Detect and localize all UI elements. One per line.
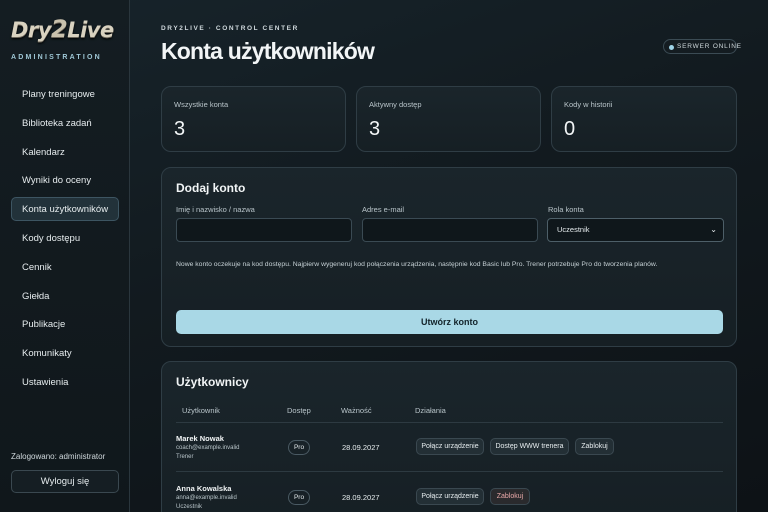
sidebar-item-cennik[interactable]: Cennik [11,255,119,279]
chevron-down-icon: ⌄ [710,225,717,234]
access-badge: Pro [288,440,310,455]
access-badge: Pro [288,490,310,505]
users-card: Użytkownicy Użytkownik Dostęp Ważność Dz… [161,361,737,512]
column-header-user: Użytkownik [182,406,220,415]
row-divider [176,471,723,472]
stat-card-codes: Kody w historii 0 [551,86,737,152]
valid-until: 28.09.2027 [342,493,380,502]
sidebar-item-kody[interactable]: Kody dostępu [11,226,119,250]
user-role: Trener [176,453,194,460]
connect-device-button[interactable]: Połącz urządzenie [416,438,484,455]
server-status-badge: SERWER ONLINE [663,39,741,54]
logout-button[interactable]: Wyloguj się [11,470,119,493]
user-email: coach@example.invalid [176,445,240,451]
table-divider [176,422,723,423]
name-field-label: Imię i nazwisko / nazwa [176,205,255,214]
coach-web-access-button[interactable]: Dostęp WWW trenera [490,438,569,455]
sidebar-item-ustawienia[interactable]: Ustawienia [11,370,119,394]
email-input[interactable] [362,218,538,242]
column-header-actions: Działania [415,406,446,415]
sidebar-item-kalendarz[interactable]: Kalendarz [11,140,119,164]
info-note: Nowe konto oczekuje na kod dostępu. Najp… [176,261,658,268]
user-name: Anna Kowalska [176,484,232,493]
stat-label: Kody w historii [564,100,613,109]
admin-section-label: ADMINISTRATION [11,54,102,61]
brand-logo[interactable]: Dry2Live [11,15,114,43]
user-role: Uczestnik [176,503,203,510]
name-input[interactable] [176,218,352,242]
stat-value: 3 [174,118,186,140]
logged-in-status: Zalogowano: administrator [11,452,106,461]
stat-card-all: Wszystkie konta 3 [161,86,346,152]
add-account-card: Dodaj konto Imię i nazwisko / nazwa Adre… [161,167,737,347]
stat-label: Wszystkie konta [174,100,229,109]
sidebar-item-gielda[interactable]: Giełda [11,284,119,308]
breadcrumb: DRY2LIVE · CONTROL CENTER [161,25,299,32]
block-button[interactable]: Zablokuj [490,488,530,505]
sidebar: Dry2Live ADMINISTRATION Plany treningowe… [0,0,130,512]
block-button[interactable]: Zablokuj [575,438,614,455]
stat-label: Aktywny dostęp [369,100,422,109]
sidebar-nav: Plany treningowe Biblioteka zadań Kalend… [11,82,119,399]
sidebar-item-konta[interactable]: Konta użytkowników [11,197,119,222]
sidebar-item-komunikaty[interactable]: Komunikaty [11,341,119,365]
user-email: anna@example.invalid [176,495,237,501]
role-select[interactable]: Uczestnik ⌄ [547,218,724,242]
user-name: Marek Nowak [176,434,224,443]
column-header-validity: Ważność [341,406,372,415]
stat-value: 0 [564,118,576,140]
stat-card-active: Aktywny dostęp 3 [356,86,541,152]
role-field-label: Rola konta [548,205,584,214]
users-title: Użytkownicy [176,375,249,389]
sidebar-item-publikacje[interactable]: Publikacje [11,312,119,336]
email-field-label: Adres e-mail [362,205,405,214]
sidebar-item-biblioteka[interactable]: Biblioteka zadań [11,111,119,135]
page-title: Konta użytkowników [161,38,375,64]
stat-value: 3 [369,118,381,140]
connect-device-button[interactable]: Połącz urządzenie [416,488,484,505]
add-account-title: Dodaj konto [176,181,246,195]
sidebar-item-plany[interactable]: Plany treningowe [11,82,119,106]
status-dot-icon [669,44,674,50]
column-header-access: Dostęp [287,406,311,415]
valid-until: 28.09.2027 [342,443,380,452]
sidebar-item-wyniki[interactable]: Wyniki do oceny [11,168,119,192]
create-account-button[interactable]: Utwórz konto [176,310,723,334]
